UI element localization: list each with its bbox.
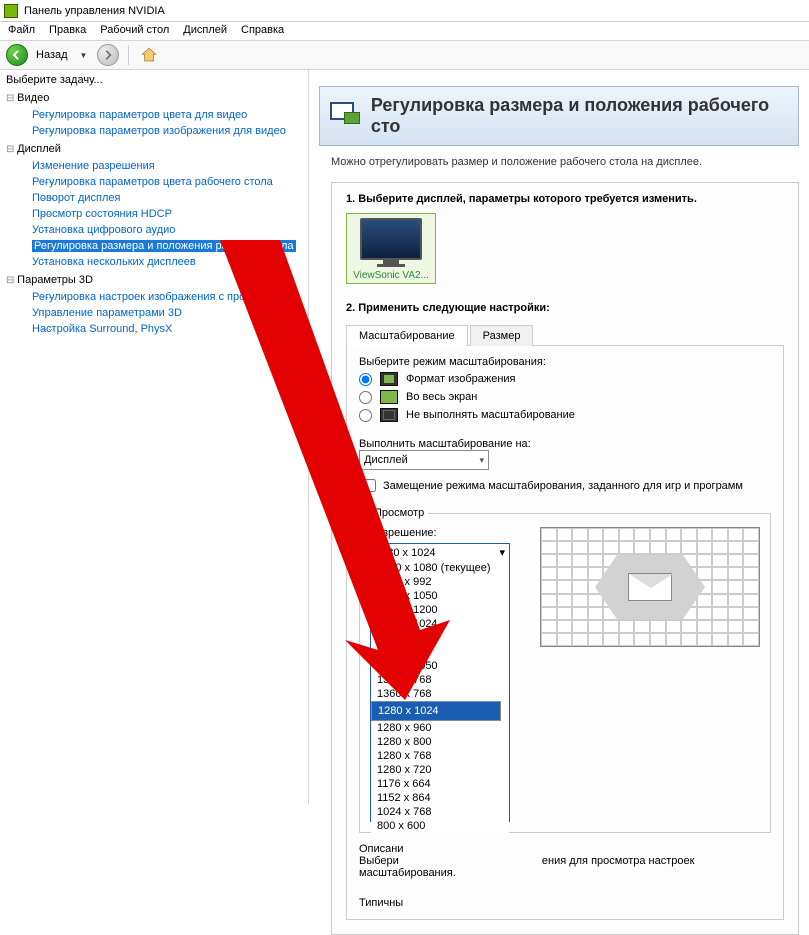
page-header: Регулировка размера и положения рабочего… bbox=[319, 86, 799, 146]
back-button[interactable] bbox=[6, 44, 28, 66]
tree-item[interactable]: Регулировка параметров изображения для в… bbox=[32, 123, 302, 139]
envelope-icon bbox=[628, 573, 672, 601]
perform-on-label: Выполнить масштабирование на: bbox=[359, 438, 771, 450]
page-title: Регулировка размера и положения рабочего… bbox=[371, 95, 788, 137]
chevron-down-icon: ▾ bbox=[479, 455, 484, 466]
test-pattern: document.write(Array.from({length:14*9})… bbox=[540, 527, 760, 647]
tree-item[interactable]: Управление параметрами 3D bbox=[32, 305, 302, 321]
tab-scaling[interactable]: Масштабирование bbox=[346, 325, 468, 346]
menu-help[interactable]: Справка bbox=[241, 24, 284, 36]
tab-body: Выберите режим масштабирования: Формат и… bbox=[346, 346, 784, 920]
resolution-option[interactable]: 800 x 600 bbox=[371, 819, 509, 833]
display-name: ViewSonic VA2... bbox=[349, 270, 433, 281]
resolution-option[interactable]: 1680 x 1050 bbox=[371, 589, 509, 603]
resolution-label: Разрешение: bbox=[370, 527, 510, 539]
tree-item[interactable]: Поворот дисплея bbox=[32, 190, 302, 206]
menu-desktop[interactable]: Рабочий стол bbox=[100, 24, 169, 36]
back-label: Назад bbox=[36, 49, 68, 61]
none-icon bbox=[380, 408, 398, 422]
menu-display[interactable]: Дисплей bbox=[183, 24, 227, 36]
preview-fieldset: Просмотр Разрешение: 1280 x 1024 ▾ 1920 … bbox=[359, 507, 771, 833]
header-icon bbox=[330, 102, 361, 130]
nvidia-icon bbox=[4, 4, 18, 18]
radio-aspect[interactable] bbox=[359, 373, 372, 386]
resolution-option[interactable]: 1920 x 1080 (текущее) bbox=[371, 561, 509, 575]
menu-file[interactable]: Файл bbox=[8, 24, 35, 36]
typical-label: Типичны bbox=[359, 897, 403, 909]
resolution-option[interactable]: 1400 x 1050 bbox=[371, 659, 509, 673]
resolution-option[interactable]: 1600 x 900 bbox=[371, 631, 509, 645]
tree-item[interactable]: Установка нескольких дисплеев bbox=[32, 254, 302, 270]
sidebar: Выберите задачу... Видео Регулировка пар… bbox=[0, 70, 309, 804]
radio-aspect-label: Формат изображения bbox=[406, 373, 516, 385]
perform-on-select[interactable]: Дисплей▾ bbox=[359, 450, 489, 470]
tree-item[interactable]: Настройка Surround, PhysX bbox=[32, 321, 302, 337]
override-label: Замещение режима масштабирования, заданн… bbox=[383, 480, 743, 492]
scaling-mode-label: Выберите режим масштабирования: bbox=[359, 356, 771, 368]
toolbar: Назад ▼ bbox=[0, 41, 809, 70]
forward-button[interactable] bbox=[97, 44, 119, 66]
page-intro: Можно отрегулировать размер и положение … bbox=[331, 156, 787, 168]
override-checkbox[interactable] bbox=[363, 479, 376, 492]
radio-full-label: Во весь экран bbox=[406, 391, 477, 403]
monitor-icon bbox=[360, 218, 422, 260]
resolution-option[interactable]: 1360 x 768 bbox=[371, 687, 509, 701]
tree-item[interactable]: Изменение разрешения bbox=[32, 158, 302, 174]
tab-size[interactable]: Размер bbox=[470, 325, 534, 346]
settings-panel: 1. Выберите дисплей, параметры которого … bbox=[331, 182, 799, 935]
tree-category-display[interactable]: Дисплей bbox=[6, 141, 302, 158]
resolution-option[interactable]: 1024 x 768 bbox=[371, 805, 509, 819]
chevron-down-icon: ▾ bbox=[499, 546, 505, 559]
back-dropdown[interactable]: ▼ bbox=[80, 51, 88, 60]
step2-heading: 2. Применить следующие настройки: bbox=[346, 302, 784, 314]
resolution-option[interactable]: 1366 x 768 bbox=[371, 673, 509, 687]
tree-category-3d[interactable]: Параметры 3D bbox=[6, 272, 302, 289]
sidebar-title: Выберите задачу... bbox=[6, 74, 302, 86]
radio-full[interactable] bbox=[359, 391, 372, 404]
menu-edit[interactable]: Правка bbox=[49, 24, 86, 36]
radio-none-label: Не выполнять масштабирование bbox=[406, 409, 575, 421]
window-title: Панель управления NVIDIA bbox=[24, 5, 165, 17]
tree-item[interactable]: Регулировка настроек изображения с просм… bbox=[32, 289, 302, 305]
resolution-option[interactable]: 1280 x 1024 bbox=[371, 701, 501, 721]
home-button[interactable] bbox=[138, 44, 160, 66]
resolution-option[interactable]: 1280 x 800 bbox=[371, 735, 509, 749]
tabs: Масштабирование Размер bbox=[346, 324, 784, 346]
resolution-select[interactable]: 1280 x 1024 ▾ 1920 x 1080 (текущее)1768 … bbox=[370, 543, 510, 822]
tree-item[interactable]: Регулировка параметров цвета для видео bbox=[32, 107, 302, 123]
display-tile[interactable]: ViewSonic VA2... bbox=[346, 213, 436, 284]
tree-item[interactable]: Регулировка параметров цвета рабочего ст… bbox=[32, 174, 302, 190]
tree-item[interactable]: Просмотр состояния HDCP bbox=[32, 206, 302, 222]
radio-none[interactable] bbox=[359, 409, 372, 422]
step1-heading: 1. Выберите дисплей, параметры которого … bbox=[346, 193, 784, 205]
resolution-option[interactable]: 1176 x 664 bbox=[371, 777, 509, 791]
resolution-option[interactable]: 1280 x 960 bbox=[371, 721, 509, 735]
resolution-option[interactable]: 1280 x 720 bbox=[371, 763, 509, 777]
titlebar: Панель управления NVIDIA bbox=[0, 0, 809, 22]
tree-category-video[interactable]: Видео bbox=[6, 90, 302, 107]
resolution-option[interactable]: 1768 x 992 bbox=[371, 575, 509, 589]
toolbar-separator bbox=[128, 45, 129, 65]
resolution-option[interactable]: 1280 x 768 bbox=[371, 749, 509, 763]
resolution-option[interactable]: 1440 x 900 bbox=[371, 645, 509, 659]
aspect-icon bbox=[380, 372, 398, 386]
resolution-option[interactable]: 1152 x 864 bbox=[371, 791, 509, 805]
content-pane: Регулировка размера и положения рабочего… bbox=[309, 70, 809, 804]
preview-legend: Просмотр bbox=[370, 507, 428, 519]
full-icon bbox=[380, 390, 398, 404]
resolution-option[interactable]: 1600 x 1200 bbox=[371, 603, 509, 617]
resolution-value: 1280 x 1024 bbox=[375, 547, 436, 559]
resolution-option[interactable]: 1600 x 1024 bbox=[371, 617, 509, 631]
desc-suffix: ения для просмотра настроек масштабирова… bbox=[359, 855, 694, 879]
desc-prefix: Описани bbox=[359, 843, 404, 855]
tree-item[interactable]: Установка цифрового аудио bbox=[32, 222, 302, 238]
desc-line: Выбери bbox=[359, 855, 399, 867]
menubar: Файл Правка Рабочий стол Дисплей Справка bbox=[0, 22, 809, 41]
tree-item-selected[interactable]: Регулировка размера и положения рабочего… bbox=[32, 238, 302, 254]
